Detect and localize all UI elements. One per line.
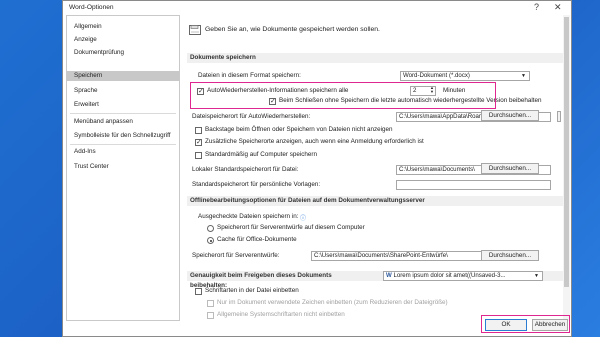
browse-local-default-button[interactable]: Durchsuchen...: [481, 163, 539, 174]
buttons-highlight: [481, 315, 570, 333]
page-description: Geben Sie an, wie Dokumente gespeichert …: [205, 26, 380, 33]
format-select[interactable]: Word-Dokument (*.docx) ▼: [400, 71, 530, 81]
sidebar: Allgemein Anzeige Dokumentprüfung Speich…: [66, 15, 180, 321]
personal-templates-input[interactable]: [396, 180, 551, 190]
no-common-fonts-label: Allgemeine Systemschriftarten nicht einb…: [217, 311, 345, 318]
browse-autorecover-button[interactable]: [557, 111, 561, 122]
sidebar-item-dokumentpruefung[interactable]: Dokumentprüfung: [67, 48, 179, 58]
sidebar-item-allgemein[interactable]: Allgemein: [67, 22, 179, 32]
autorecover-highlight: [190, 82, 496, 109]
sidebar-item-erweitert[interactable]: Erweitert: [67, 100, 179, 110]
sidebar-item-speichern[interactable]: Speichern: [67, 71, 179, 81]
sidebar-item-schnellzugriff[interactable]: Symbolleiste für den Schnellzugriff: [67, 131, 179, 141]
backstage-checkbox[interactable]: [195, 127, 202, 134]
scrollbar[interactable]: [563, 15, 570, 321]
radio-server-drafts[interactable]: [207, 225, 214, 232]
sidebar-item-menueband[interactable]: Menüband anpassen: [67, 117, 179, 127]
drafts-location-label: Speicherort für Serverentwürfe:: [192, 252, 280, 259]
format-value: Word-Dokument (*.docx): [403, 72, 470, 79]
word-doc-icon: W: [386, 272, 392, 279]
embed-fonts-label: Schriftarten in der Datei einbetten: [205, 287, 299, 294]
radio-server-drafts-label: Speicherort für Serverentwürfe auf diese…: [217, 224, 365, 231]
close-button[interactable]: ✕: [554, 2, 562, 13]
default-computer-label: Standardmäßig auf Computer speichern: [205, 151, 318, 158]
browse-autorecover-button[interactable]: Durchsuchen...: [481, 110, 539, 121]
word-options-dialog: Word-Optionen ? ✕ Allgemein Anzeige Doku…: [62, 0, 572, 337]
embed-used-chars-checkbox: [207, 300, 214, 307]
info-icon: ⓘ: [300, 216, 307, 222]
section-fidelity: Genauigkeit beim Freigeben dieses Dokume…: [187, 271, 337, 289]
section-offline-editing: Offlinebearbeitungsoptionen für Dateien …: [187, 196, 563, 206]
sidebar-item-trust-center[interactable]: Trust Center: [67, 162, 179, 172]
sidebar-divider: [70, 113, 176, 114]
checked-out-label: Ausgecheckte Dateien speichern in:: [198, 213, 299, 220]
title-bar: Word-Optionen ? ✕: [63, 1, 571, 15]
personal-templates-label: Standardspeicherort für persönliche Vorl…: [192, 181, 321, 188]
format-label: Dateien in diesem Format speichern:: [198, 72, 301, 79]
embed-used-chars-label: Nur im Dokument verwendete Zeichen einbe…: [217, 299, 448, 306]
sidebar-item-sprache[interactable]: Sprache: [67, 86, 179, 96]
additional-places-checkbox[interactable]: ✓: [195, 139, 202, 146]
scrollbar-thumb[interactable]: [564, 17, 569, 287]
save-icon: [189, 25, 201, 35]
fidelity-document-select[interactable]: W Lorem ipsum dolor sit amet((Unsaved-3.…: [383, 271, 543, 281]
radio-office-cache[interactable]: [207, 237, 214, 244]
section-save-documents: Dokumente speichern: [187, 53, 563, 63]
autorecover-path-label: Dateispeicherort für AutoWiederherstelle…: [192, 113, 311, 120]
embed-fonts-checkbox[interactable]: [195, 288, 202, 295]
default-computer-checkbox[interactable]: [195, 152, 202, 159]
sidebar-divider: [70, 144, 176, 145]
additional-places-label: Zusätzliche Speicherorte anzeigen, auch …: [205, 138, 424, 145]
fidelity-document-value: Lorem ipsum dolor sit amet((Unsaved-3...: [393, 272, 506, 279]
local-default-label: Lokaler Standardspeicherort für Datei:: [192, 166, 299, 173]
browse-drafts-button[interactable]: Durchsuchen...: [481, 250, 539, 261]
chevron-down-icon: ▼: [534, 273, 539, 279]
radio-office-cache-label: Cache für Office-Dokumente: [217, 236, 297, 243]
sidebar-item-addins[interactable]: Add-Ins: [67, 147, 179, 157]
sidebar-item-anzeige[interactable]: Anzeige: [67, 35, 179, 45]
help-button[interactable]: ?: [534, 2, 539, 12]
no-common-fonts-checkbox: [207, 312, 214, 319]
backstage-label: Backstage beim Öffnen oder Speichern von…: [205, 126, 393, 133]
chevron-down-icon: ▼: [521, 73, 526, 79]
window-title: Word-Optionen: [69, 4, 114, 11]
